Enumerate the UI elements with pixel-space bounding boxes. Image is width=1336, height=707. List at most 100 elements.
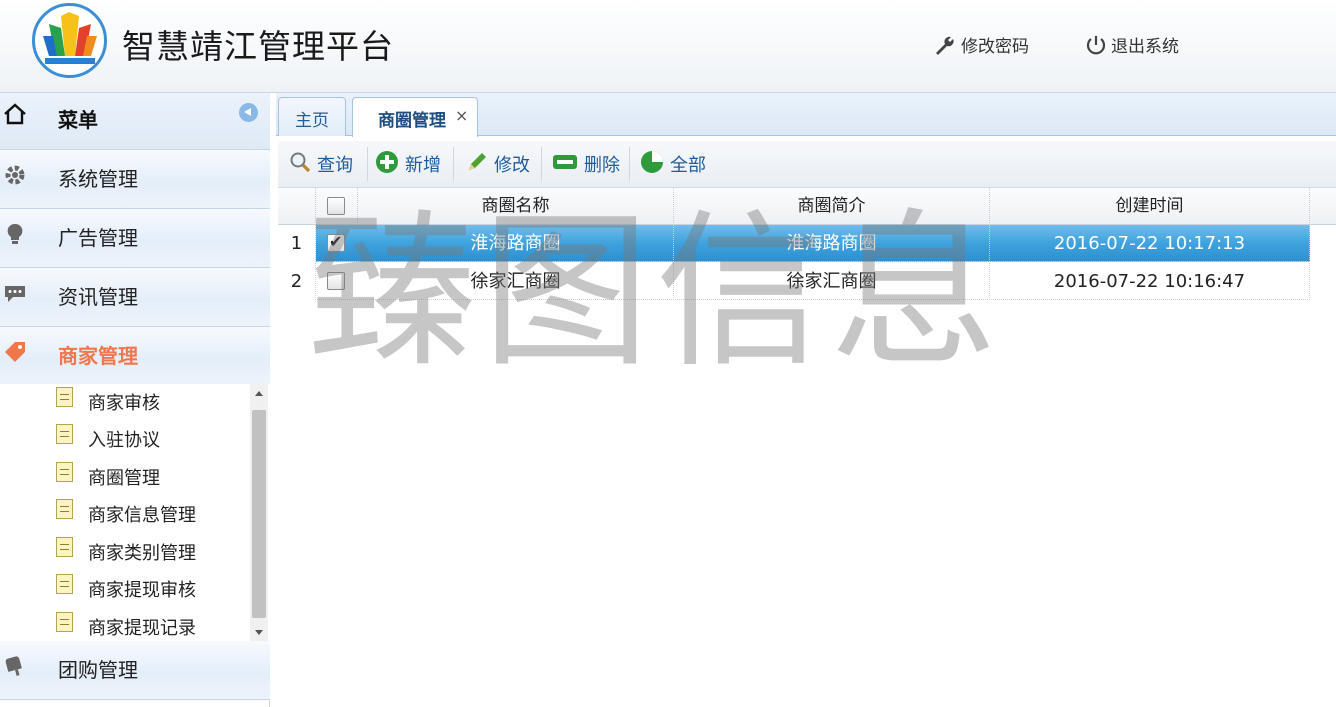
- tab-home[interactable]: 主页: [278, 97, 346, 136]
- sub-item-label: 商家提现记录: [88, 618, 196, 639]
- add-button[interactable]: 新增: [375, 149, 441, 179]
- sub-item-merchant-category[interactable]: 商家类别管理: [56, 535, 246, 569]
- change-password-label: 修改密码: [961, 37, 1029, 57]
- cell-name: 淮海路商圈: [358, 225, 674, 262]
- lightbulb-icon: [3, 222, 27, 246]
- home-icon: [3, 102, 27, 126]
- popsicle-icon: [3, 654, 27, 678]
- grid-header: 商圈名称 商圈简介 创建时间: [278, 188, 1336, 225]
- query-button[interactable]: 查询: [289, 149, 353, 179]
- app-logo: [32, 3, 107, 78]
- document-icon: [56, 499, 73, 519]
- sidebar-group-merchant[interactable]: 商家管理: [0, 327, 270, 386]
- cell-name: 徐家汇商圈: [358, 263, 674, 300]
- sidebar-group-news[interactable]: 资讯管理: [0, 268, 270, 327]
- sidebar: 菜单 系统管理 广告管理 资讯管理 商家管理 商家审核 入驻协议 商圈管理 商家…: [0, 93, 270, 707]
- chat-icon: [3, 281, 27, 305]
- search-icon: [289, 151, 311, 178]
- document-icon: [56, 612, 73, 632]
- cell-created: 2016-07-22 10:16:47: [990, 263, 1310, 300]
- sidebar-group-label: 团购管理: [58, 658, 138, 682]
- sub-item-district-management[interactable]: 商圈管理: [56, 460, 246, 494]
- toolbar: 查询 新增 修改 删除 全部: [278, 141, 1336, 188]
- sub-item-label: 商圈管理: [88, 468, 160, 489]
- tab-label: 主页: [295, 111, 329, 131]
- query-label: 查询: [317, 155, 353, 176]
- all-label: 全部: [670, 155, 706, 176]
- document-icon: [56, 537, 73, 557]
- change-password-link[interactable]: 修改密码: [933, 32, 1029, 57]
- sub-item-withdraw-records[interactable]: 商家提现记录: [56, 610, 246, 641]
- delete-label: 删除: [584, 155, 620, 176]
- add-label: 新增: [405, 155, 441, 176]
- sidebar-title: 菜单: [58, 108, 98, 132]
- gear-icon: [3, 163, 27, 187]
- sidebar-group-label: 系统管理: [58, 167, 138, 191]
- sub-item-merchant-review[interactable]: 商家审核: [56, 385, 246, 419]
- scroll-down-icon[interactable]: [250, 623, 268, 641]
- toolbar-divider: [367, 147, 368, 181]
- header: 智慧靖江管理平台 修改密码 退出系统: [0, 0, 1336, 93]
- sub-item-label: 商家信息管理: [88, 505, 196, 526]
- edit-label: 修改: [494, 155, 530, 176]
- app-title: 智慧靖江管理平台: [122, 27, 394, 66]
- document-icon: [56, 574, 73, 594]
- table-row[interactable]: 1 淮海路商圈 淮海路商圈 2016-07-22 10:17:13: [278, 225, 1310, 262]
- row-number: 2: [278, 263, 316, 300]
- column-header-name[interactable]: 商圈名称: [358, 188, 674, 225]
- column-header-intro[interactable]: 商圈简介: [674, 188, 990, 225]
- power-icon: [1085, 34, 1107, 56]
- sub-item-entry-agreement[interactable]: 入驻协议: [56, 422, 246, 456]
- sidebar-group-system[interactable]: 系统管理: [0, 150, 270, 209]
- delete-button[interactable]: 删除: [552, 149, 620, 179]
- sidebar-group-groupbuy[interactable]: 团购管理: [0, 641, 270, 700]
- sidebar-group-label: 资讯管理: [58, 285, 138, 309]
- tab-district-management[interactable]: 商圈管理 ×: [352, 97, 478, 137]
- logout-label: 退出系统: [1111, 37, 1179, 57]
- cell-intro: 徐家汇商圈: [674, 263, 990, 300]
- close-tab-icon[interactable]: ×: [455, 106, 468, 125]
- row-number: 1: [278, 225, 316, 262]
- tab-label: 商圈管理: [378, 111, 446, 131]
- row-checkbox[interactable]: [327, 232, 345, 252]
- select-all-checkbox[interactable]: [327, 197, 345, 215]
- minus-icon: [552, 152, 578, 177]
- sidebar-group-ads[interactable]: 广告管理: [0, 209, 270, 268]
- cell-intro: 淮海路商圈: [674, 225, 990, 262]
- row-checkbox[interactable]: [327, 272, 345, 290]
- sub-item-withdraw-review[interactable]: 商家提现审核: [56, 572, 246, 606]
- toolbar-divider: [453, 147, 454, 181]
- column-header-created[interactable]: 创建时间: [990, 188, 1310, 225]
- sidebar-group-label: 广告管理: [58, 226, 138, 250]
- merchant-submenu: 商家审核 入驻协议 商圈管理 商家信息管理 商家类别管理 商家提现审核 商家提现…: [0, 384, 270, 641]
- all-button[interactable]: 全部: [640, 149, 706, 179]
- sub-item-label: 商家类别管理: [88, 543, 196, 564]
- cell-created: 2016-07-22 10:17:13: [990, 225, 1310, 262]
- collapse-sidebar-icon[interactable]: [239, 103, 258, 122]
- document-icon: [56, 424, 73, 444]
- submenu-scrollbar[interactable]: [250, 384, 268, 641]
- scroll-thumb[interactable]: [252, 410, 266, 618]
- plus-icon: [375, 150, 399, 179]
- header-select-all: [316, 188, 358, 225]
- sub-item-label: 商家审核: [88, 393, 160, 414]
- pencil-icon: [466, 151, 488, 178]
- tag-icon: [3, 340, 27, 364]
- sub-item-label: 商家提现审核: [88, 580, 196, 601]
- edit-button[interactable]: 修改: [466, 149, 530, 179]
- sub-item-merchant-info[interactable]: 商家信息管理: [56, 497, 246, 531]
- sidebar-group-label: 商家管理: [58, 344, 138, 368]
- wrench-icon: [933, 34, 957, 56]
- sub-item-label: 入驻协议: [88, 430, 160, 451]
- toolbar-divider: [541, 147, 542, 181]
- document-icon: [56, 462, 73, 482]
- sidebar-header: 菜单: [0, 93, 270, 150]
- pie-chart-icon: [640, 150, 664, 179]
- logout-link[interactable]: 退出系统: [1085, 32, 1179, 57]
- table-row[interactable]: 2 徐家汇商圈 徐家汇商圈 2016-07-22 10:16:47: [278, 263, 1310, 300]
- tab-bar: 主页 商圈管理 ×: [276, 93, 1336, 137]
- scroll-up-icon[interactable]: [250, 384, 268, 402]
- document-icon: [56, 387, 73, 407]
- header-rownum: [278, 188, 316, 225]
- toolbar-divider: [629, 147, 630, 181]
